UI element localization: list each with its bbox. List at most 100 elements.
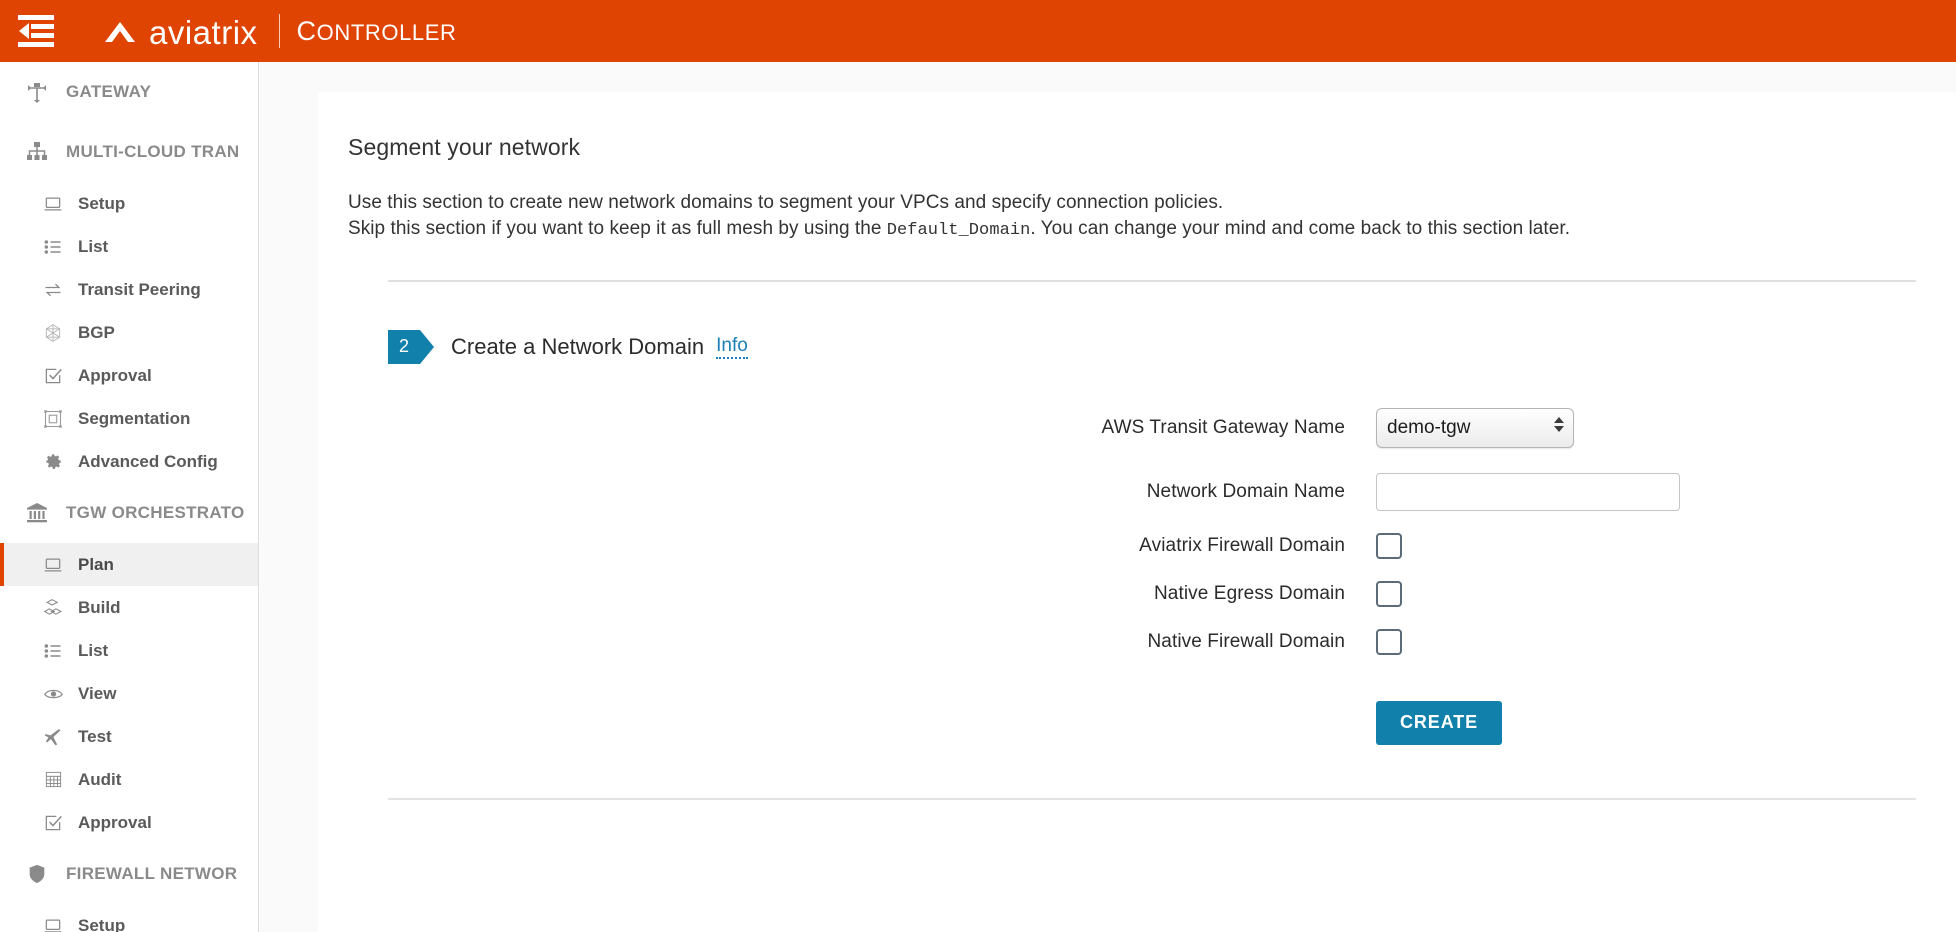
blocks-icon bbox=[42, 597, 64, 619]
check-square-icon bbox=[42, 812, 64, 834]
sidebar-group-tgw-orchestrator[interactable]: TGW ORCHESTRATO bbox=[0, 483, 258, 543]
create-network-domain-form: AWS Transit Gateway Name demo-tgw Networ… bbox=[348, 408, 1916, 745]
section-divider-bottom bbox=[388, 798, 1916, 800]
sidebar-item-build[interactable]: Build bbox=[0, 586, 258, 629]
segmentation-icon bbox=[42, 408, 64, 430]
native-firewall-domain-label: Native Firewall Domain bbox=[348, 631, 1376, 653]
sidebar-item-label: Transit Peering bbox=[78, 280, 201, 300]
sidebar-item-approval-tgw[interactable]: Approval bbox=[0, 801, 258, 844]
sidebar-item-setup[interactable]: Setup bbox=[0, 182, 258, 225]
gear-icon bbox=[42, 451, 64, 473]
sidebar-item-plan[interactable]: Plan bbox=[0, 543, 258, 586]
network-domain-name-control bbox=[1376, 473, 1680, 511]
sidebar-item-list[interactable]: List bbox=[0, 225, 258, 268]
brand-logo[interactable]: aviatrix bbox=[100, 15, 258, 48]
sidebar-group-label: TGW ORCHESTRATO bbox=[66, 503, 245, 523]
sidebar-group-gateway[interactable]: GATEWAY bbox=[0, 62, 258, 122]
sidebar-item-view[interactable]: View bbox=[0, 672, 258, 715]
sidebar-item-label: Plan bbox=[78, 555, 114, 575]
sidebar-item-segmentation[interactable]: Segmentation bbox=[0, 397, 258, 440]
sidebar-nav: GATEWAY MULTI-CLOUD TRAN Setup bbox=[0, 62, 259, 932]
sidebar-group-label: FIREWALL NETWOR bbox=[66, 864, 237, 884]
sidebar-item-label: View bbox=[78, 684, 116, 704]
native-firewall-domain-control bbox=[1376, 629, 1402, 655]
sidebar-item-approval[interactable]: Approval bbox=[0, 354, 258, 397]
aws-transit-gateway-name-select[interactable]: demo-tgw bbox=[1376, 408, 1574, 448]
create-button[interactable]: CREATE bbox=[1376, 701, 1502, 745]
menu-bar-2 bbox=[31, 24, 54, 29]
sidebar-group-label: GATEWAY bbox=[66, 82, 151, 102]
check-square-icon bbox=[42, 365, 64, 387]
gateway-icon bbox=[24, 79, 50, 105]
native-egress-domain-label: Native Egress Domain bbox=[348, 583, 1376, 605]
step-number-badge: 2 bbox=[388, 330, 420, 364]
main-content-card: Segment your network Use this section to… bbox=[318, 92, 1956, 932]
description-line-1: Use this section to create new network d… bbox=[348, 192, 1223, 213]
sidebar-group-multi-cloud-transit[interactable]: MULTI-CLOUD TRAN bbox=[0, 122, 258, 182]
description-line-2-prefix: Skip this section if you want to keep it… bbox=[348, 218, 887, 239]
header-divider bbox=[279, 14, 280, 48]
menu-bar-1 bbox=[18, 15, 54, 20]
bank-icon bbox=[24, 500, 50, 526]
product-name: CONTROLLER bbox=[297, 16, 457, 47]
tgw-name-control: demo-tgw bbox=[1376, 408, 1574, 448]
sidebar-item-label: Test bbox=[78, 727, 112, 747]
section-description: Use this section to create new network d… bbox=[348, 190, 1916, 242]
sidebar-item-bgp[interactable]: BGP bbox=[0, 311, 258, 354]
sidebar-group-firewall-network[interactable]: FIREWALL NETWOR bbox=[0, 844, 258, 904]
sidebar-item-list-tgw[interactable]: List bbox=[0, 629, 258, 672]
list-icon bbox=[42, 640, 64, 662]
native-firewall-domain-checkbox[interactable] bbox=[1376, 629, 1402, 655]
sidebar-item-label: List bbox=[78, 641, 108, 661]
list-icon bbox=[42, 236, 64, 258]
network-domain-name-label: Network Domain Name bbox=[348, 481, 1376, 503]
form-row-domain-name: Network Domain Name bbox=[348, 473, 1916, 511]
transfer-icon bbox=[42, 279, 64, 301]
sidebar-item-advanced-config[interactable]: Advanced Config bbox=[0, 440, 258, 483]
form-row-tgw-name: AWS Transit Gateway Name demo-tgw bbox=[348, 408, 1916, 448]
sidebar-item-transit-peering[interactable]: Transit Peering bbox=[0, 268, 258, 311]
menu-bar-4 bbox=[18, 42, 54, 47]
sidebar-item-label: Approval bbox=[78, 366, 152, 386]
sidebar-item-label: Audit bbox=[78, 770, 121, 790]
sidebar-item-label: List bbox=[78, 237, 108, 257]
brand-name: aviatrix bbox=[149, 16, 258, 49]
form-actions: CREATE bbox=[348, 701, 1916, 745]
collapse-arrow-icon bbox=[19, 23, 29, 39]
menu-bar-3 bbox=[31, 33, 54, 38]
native-egress-domain-checkbox[interactable] bbox=[1376, 581, 1402, 607]
sidebar-item-label: Build bbox=[78, 598, 121, 618]
eye-icon bbox=[42, 683, 64, 705]
shield-icon bbox=[24, 861, 50, 887]
section-divider-top bbox=[388, 280, 1916, 282]
native-egress-domain-control bbox=[1376, 581, 1402, 607]
collapse-menu-icon[interactable] bbox=[18, 14, 54, 48]
info-link[interactable]: Info bbox=[716, 335, 748, 359]
aviatrix-firewall-domain-checkbox[interactable] bbox=[1376, 533, 1402, 559]
actions-spacer bbox=[348, 701, 1376, 745]
form-row-native-firewall-domain: Native Firewall Domain bbox=[348, 629, 1916, 655]
airplane-icon bbox=[42, 726, 64, 748]
sidebar-item-label: Setup bbox=[78, 194, 125, 214]
aviatrix-firewall-domain-control bbox=[1376, 533, 1402, 559]
grid-icon bbox=[42, 769, 64, 791]
step-header: 2 Create a Network Domain Info bbox=[388, 330, 1916, 364]
network-domain-name-input[interactable] bbox=[1376, 473, 1680, 511]
sidebar-group-label: MULTI-CLOUD TRAN bbox=[66, 142, 240, 162]
laptop-icon bbox=[42, 915, 64, 932]
laptop-icon bbox=[42, 554, 64, 576]
aviatrix-firewall-domain-label: Aviatrix Firewall Domain bbox=[348, 535, 1376, 557]
description-line-2-suffix: . You can change your mind and come back… bbox=[1030, 218, 1570, 239]
sidebar-item-setup-firewall[interactable]: Setup bbox=[0, 904, 258, 932]
sidebar-item-label: Advanced Config bbox=[78, 452, 218, 472]
default-domain-code: Default_Domain bbox=[887, 221, 1031, 240]
laptop-icon bbox=[42, 193, 64, 215]
step-title: Create a Network Domain bbox=[451, 334, 704, 360]
sidebar-item-label: Setup bbox=[78, 916, 125, 932]
sidebar-item-label: Approval bbox=[78, 813, 152, 833]
sidebar-item-audit[interactable]: Audit bbox=[0, 758, 258, 801]
sidebar-item-test[interactable]: Test bbox=[0, 715, 258, 758]
form-row-aviatrix-firewall-domain: Aviatrix Firewall Domain bbox=[348, 533, 1916, 559]
page-title: Segment your network bbox=[348, 134, 1916, 161]
tgw-name-label: AWS Transit Gateway Name bbox=[348, 417, 1376, 439]
